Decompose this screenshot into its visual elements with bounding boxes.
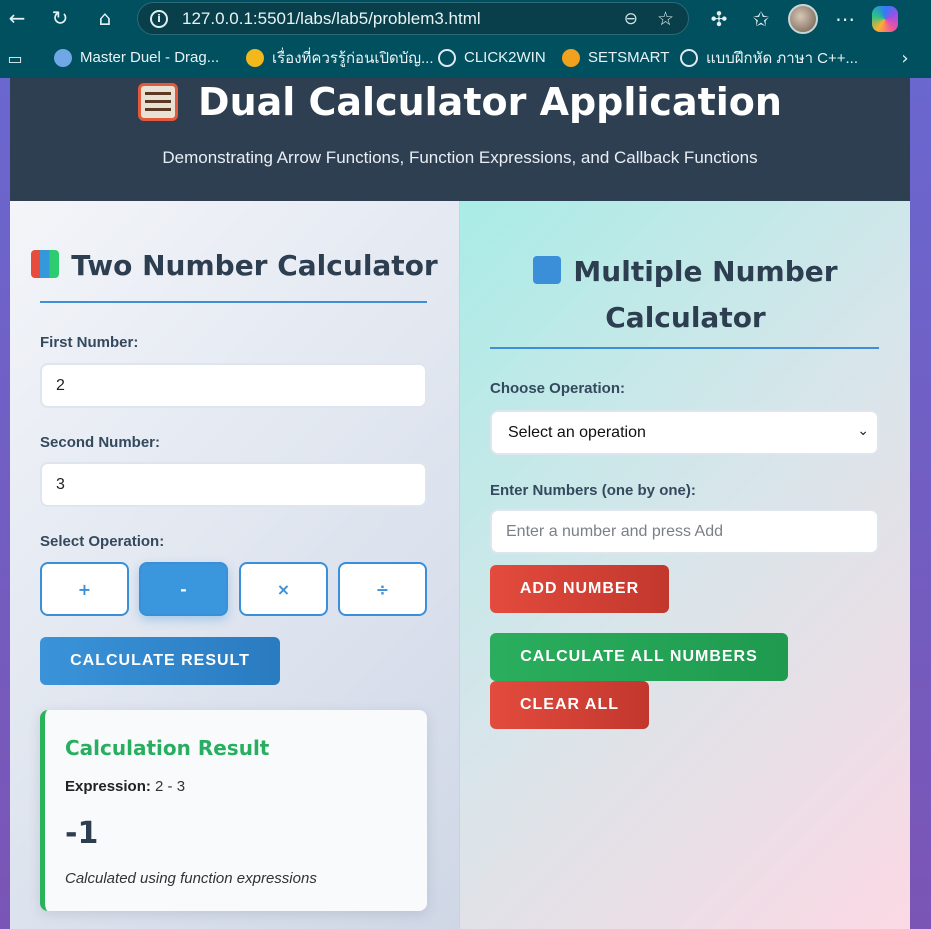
select-operation-label: Select Operation: [40,533,165,550]
calculate-result-button[interactable]: Calculate Result [40,637,280,685]
bookmark-favicon-icon [246,48,264,67]
multiply-operation-button[interactable]: × [239,562,328,616]
subtract-operation-button[interactable]: - [139,562,228,616]
two-number-heading-text: Two Number Calculator [71,249,438,282]
url-text: 127.0.0.1:5501/labs/lab5/problem3.html [182,8,481,28]
collections-icon[interactable]: ▭ [0,43,30,73]
favorites-icon[interactable]: ✩ [746,4,776,34]
bookmark-setsmart[interactable]: SETSMART [562,37,669,78]
bookmark-favicon-icon [54,48,72,67]
multiple-number-heading: Multiple Number Calculator [460,249,911,341]
numbers-icon [533,256,562,284]
expression-label: Expression: [65,778,151,795]
add-operation-button[interactable]: + [40,562,129,616]
bookmark-label: CLICK2WIN [464,49,546,66]
bookmark-thai-article[interactable]: เรื่องที่ควรรู้ก่อนเปิดบัญ... [246,37,434,78]
bookmarks-bar: ▭ Master Duel - Drag... เรื่องที่ควรรู้ก… [0,37,931,78]
bookmark-label: Master Duel - Drag... [80,49,220,66]
chevron-right-icon[interactable]: › [890,43,920,73]
app-subtitle: Demonstrating Arrow Functions, Function … [162,148,758,167]
expression-value: 2 - 3 [155,778,186,795]
app-title-text: Dual Calculator Application [198,80,782,124]
bar-chart-icon [31,250,60,278]
favorite-star-icon[interactable]: ☆ [657,8,674,30]
second-number-label: Second Number: [40,434,161,451]
extensions-icon[interactable]: ✣ [704,4,734,34]
calculate-all-button[interactable]: Calculate All Numbers [490,633,788,681]
clear-all-button[interactable]: Clear All [490,681,649,729]
result-note: Calculated using function expressions [65,870,317,887]
reload-icon[interactable]: ↻ [45,3,75,33]
zoom-icon[interactable]: ⊖ [624,9,638,29]
bookmark-master-duel[interactable]: Master Duel - Drag... [54,37,219,78]
second-number-input[interactable]: 3 [40,462,427,507]
profile-avatar[interactable] [788,3,818,34]
result-expression: Expression: 2 - 3 [65,778,185,795]
app-title: Dual Calculator Application [10,80,910,124]
globe-icon [680,48,698,67]
first-number-input[interactable]: 2 [40,363,427,408]
enter-numbers-label: Enter Numbers (one by one): [490,482,696,499]
globe-icon [438,48,456,67]
operation-select[interactable]: Select an operation ⌄ [490,410,879,455]
bookmark-favicon-icon [562,48,580,67]
result-value: -1 [65,816,99,851]
app-header: Dual Calculator Application Demonstratin… [10,78,910,201]
bookmark-label: เรื่องที่ควรรู้ก่อนเปิดบัญ... [272,49,434,67]
two-number-heading: Two Number Calculator [10,249,459,282]
first-number-label: First Number: [40,334,139,351]
multiple-number-heading-line1: Multiple Number [573,255,838,288]
home-icon[interactable]: ⌂ [90,3,120,33]
page-background: Dual Calculator Application Demonstratin… [0,78,931,929]
choose-operation-label: Choose Operation: [490,380,626,397]
result-card: Calculation Result Expression: 2 - 3 -1 … [40,710,427,911]
back-icon[interactable]: ← [2,3,32,33]
multiple-number-divider [490,347,879,349]
operation-select-value: Select an operation [508,423,646,441]
two-number-divider [40,301,427,303]
multiple-number-heading-line2: Calculator [605,301,766,334]
add-number-button[interactable]: Add Number [490,565,669,613]
more-menu-icon[interactable]: ⋯ [830,4,860,34]
bookmark-click2win[interactable]: CLICK2WIN [438,37,546,78]
copilot-icon[interactable] [872,5,898,32]
site-info-icon[interactable]: i [150,9,168,28]
number-entry-input[interactable]: Enter a number and press Add [490,509,879,554]
bookmark-cpp-exercises[interactable]: แบบฝึกหัด ภาษา C++... [680,37,858,78]
bookmark-label: แบบฝึกหัด ภาษา C++... [706,49,859,67]
address-bar[interactable]: i 127.0.0.1:5501/labs/lab5/problem3.html… [137,2,689,35]
abacus-icon [138,83,179,121]
bookmark-label: SETSMART [588,49,670,66]
browser-toolbar: ← ↻ ⌂ i 127.0.0.1:5501/labs/lab5/problem… [0,0,931,37]
chevron-down-icon: ⌄ [857,423,869,439]
result-title: Calculation Result [65,736,270,760]
divide-operation-button[interactable]: ÷ [338,562,427,616]
